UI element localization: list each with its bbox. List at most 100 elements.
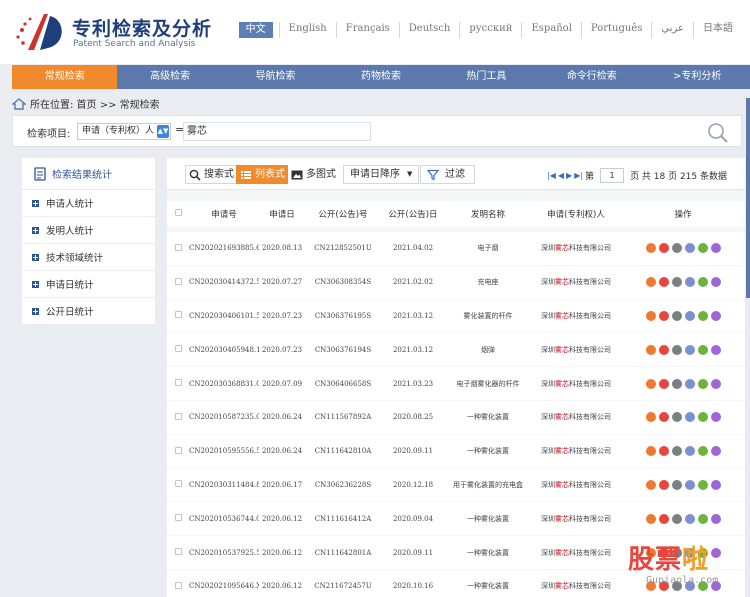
share-icon[interactable] xyxy=(697,412,708,423)
lang-ru[interactable]: русский xyxy=(459,22,521,38)
favorite-icon[interactable] xyxy=(658,378,669,389)
favorite-icon[interactable] xyxy=(658,479,669,490)
trend-icon[interactable] xyxy=(710,513,721,524)
app-no-link[interactable]: CN202030414372.5 xyxy=(189,278,259,286)
lang-fr[interactable]: Français xyxy=(335,22,399,38)
lang-en[interactable]: English xyxy=(278,22,336,38)
favorite-icon[interactable] xyxy=(658,310,669,321)
add-icon[interactable] xyxy=(671,412,682,423)
lang-de[interactable]: Deutsch xyxy=(398,22,460,38)
nav-command-search[interactable]: 命令行检索 xyxy=(539,65,644,89)
analysis-icon[interactable] xyxy=(684,378,695,389)
detail-icon[interactable] xyxy=(645,412,656,423)
search-input[interactable]: 雾芯 xyxy=(183,122,371,141)
favorite-icon[interactable] xyxy=(658,243,669,254)
add-icon[interactable] xyxy=(671,446,682,457)
prev-page-icon[interactable]: ◀ xyxy=(558,171,564,180)
analysis-icon[interactable] xyxy=(684,446,695,457)
search-icon[interactable] xyxy=(707,122,729,144)
stat-applicant[interactable]: 申请人统计 xyxy=(22,190,155,217)
add-icon[interactable] xyxy=(671,479,682,490)
app-no-link[interactable]: CN202030405948.1 xyxy=(189,346,259,354)
stat-inventor[interactable]: 发明人统计 xyxy=(22,217,155,244)
trend-icon[interactable] xyxy=(710,344,721,355)
app-no-link[interactable]: CN202021693885.6 xyxy=(189,244,259,252)
trend-icon[interactable] xyxy=(710,243,721,254)
share-icon[interactable] xyxy=(697,513,708,524)
row-checkbox[interactable] xyxy=(174,379,182,387)
lang-zh[interactable]: 中文 xyxy=(238,22,273,38)
nav-advanced-search[interactable]: 高级检索 xyxy=(117,65,222,89)
favorite-icon[interactable] xyxy=(658,513,669,524)
filter-button[interactable]: 过滤 xyxy=(420,165,475,184)
detail-icon[interactable] xyxy=(645,277,656,288)
stat-tech-field[interactable]: 技术领域统计 xyxy=(22,244,155,271)
analysis-icon[interactable] xyxy=(684,243,695,254)
detail-icon[interactable] xyxy=(645,479,656,490)
col-title[interactable]: 发明名称 xyxy=(445,208,531,220)
row-checkbox[interactable] xyxy=(174,446,182,454)
lang-ar[interactable]: عربي xyxy=(651,22,693,38)
share-icon[interactable] xyxy=(697,243,708,254)
scrollbar[interactable] xyxy=(746,98,750,298)
first-page-icon[interactable]: |◀ xyxy=(547,171,556,180)
row-checkbox[interactable] xyxy=(174,345,182,353)
favorite-icon[interactable] xyxy=(658,344,669,355)
add-icon[interactable] xyxy=(671,310,682,321)
favorite-icon[interactable] xyxy=(658,277,669,288)
trend-icon[interactable] xyxy=(710,412,721,423)
row-checkbox[interactable] xyxy=(174,581,182,589)
add-icon[interactable] xyxy=(671,277,682,288)
trend-icon[interactable] xyxy=(710,277,721,288)
last-page-icon[interactable]: ▶| xyxy=(574,171,583,180)
app-no-link[interactable]: CN202010595556.5 xyxy=(189,447,259,455)
row-checkbox[interactable] xyxy=(174,514,182,522)
app-no-link[interactable]: CN202010587235.0 xyxy=(189,413,259,421)
stat-pub-date[interactable]: 公开日统计 xyxy=(22,298,155,325)
analysis-icon[interactable] xyxy=(684,479,695,490)
home-icon[interactable] xyxy=(12,97,26,110)
nav-drug-search[interactable]: 药物检索 xyxy=(328,65,433,89)
detail-icon[interactable] xyxy=(645,344,656,355)
app-no-link[interactable]: CN202030368831.0 xyxy=(189,380,259,388)
trend-icon[interactable] xyxy=(710,479,721,490)
analysis-icon[interactable] xyxy=(684,513,695,524)
detail-icon[interactable] xyxy=(645,378,656,389)
col-applicant[interactable]: 申请(专利权)人 xyxy=(531,208,621,220)
row-checkbox[interactable] xyxy=(174,311,182,319)
detail-icon[interactable] xyxy=(645,310,656,321)
sort-select[interactable]: 申请日降序 ▼ xyxy=(343,165,420,184)
lang-ja[interactable]: 日本語 xyxy=(693,22,742,38)
analysis-icon[interactable] xyxy=(684,412,695,423)
app-no-link[interactable]: CN202010537925.5 xyxy=(189,549,259,557)
analysis-icon[interactable] xyxy=(684,277,695,288)
page-input[interactable]: 1 xyxy=(600,168,625,183)
app-no-link[interactable]: CN202030311484.8 xyxy=(189,481,259,489)
analysis-icon[interactable] xyxy=(684,344,695,355)
trend-icon[interactable] xyxy=(710,446,721,457)
lang-es[interactable]: Español xyxy=(521,22,580,38)
favorite-icon[interactable] xyxy=(658,412,669,423)
share-icon[interactable] xyxy=(697,378,708,389)
row-checkbox[interactable] xyxy=(174,243,182,251)
app-no-link[interactable]: CN202030406101.5 xyxy=(189,312,259,320)
trend-icon[interactable] xyxy=(710,310,721,321)
share-icon[interactable] xyxy=(697,344,708,355)
list-mode-button[interactable]: 列表式 xyxy=(236,165,291,184)
col-pub-no[interactable]: 公开(公告)号 xyxy=(305,208,381,220)
app-no-link[interactable]: CN202021095646.X xyxy=(189,582,259,590)
nav-navigation-search[interactable]: 导航检索 xyxy=(223,65,328,89)
row-checkbox[interactable] xyxy=(174,277,182,285)
stat-app-date[interactable]: 申请日统计 xyxy=(22,271,155,298)
detail-icon[interactable] xyxy=(645,446,656,457)
trend-icon[interactable] xyxy=(710,378,721,389)
detail-icon[interactable] xyxy=(645,513,656,524)
select-all-checkbox[interactable] xyxy=(174,209,182,216)
share-icon[interactable] xyxy=(697,479,708,490)
nav-patent-analysis[interactable]: >专利分析 xyxy=(645,65,750,89)
image-mode-button[interactable]: 多图式 xyxy=(288,165,341,184)
lang-pt[interactable]: Português xyxy=(580,22,651,38)
row-checkbox[interactable] xyxy=(174,548,182,556)
add-icon[interactable] xyxy=(671,513,682,524)
col-app-no[interactable]: 申请号 xyxy=(189,208,259,220)
